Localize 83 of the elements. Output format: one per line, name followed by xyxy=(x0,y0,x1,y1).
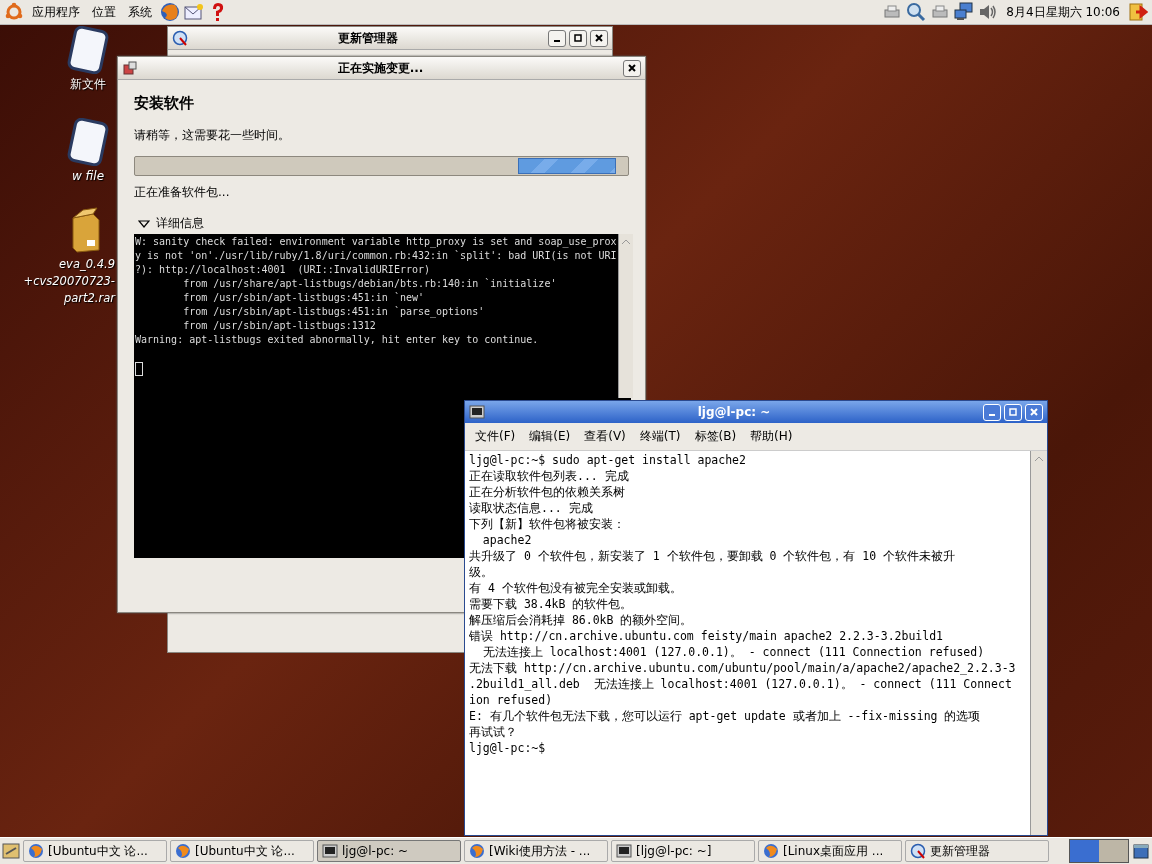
close-icon xyxy=(1029,407,1039,417)
minimize-button[interactable] xyxy=(548,29,566,47)
terminal-line: ljg@l-pc:~$ xyxy=(469,740,547,756)
logo-icon[interactable] xyxy=(4,2,24,22)
taskbar-button[interactable]: [Linux桌面应用 ... xyxy=(758,840,902,862)
icon-label[interactable]: w file xyxy=(71,168,105,185)
dialog-message: 请稍等，这需要花一些时间。 xyxy=(134,127,290,144)
trash-icon[interactable] xyxy=(1132,842,1150,860)
menu-item[interactable]: 查看(V) xyxy=(580,426,630,447)
terminal-line: ion refused) xyxy=(469,692,554,708)
menu-item[interactable]: 编辑(E) xyxy=(525,426,575,447)
clock[interactable]: 8月4日星期六 10:06 xyxy=(1002,3,1124,21)
terminal-line: 无法连接上 localhost:4001 (127.0.0.1)。 - connect (111 Connection refused) xyxy=(481,644,986,660)
arrow-up-icon xyxy=(1033,454,1045,464)
taskbar-button[interactable]: [Ubuntu中文 论... xyxy=(23,840,167,862)
terminal-line: 级。 xyxy=(469,564,494,580)
terminal-line: 有 4 个软件包没有被完全安装或卸载。 xyxy=(469,580,683,596)
terminal-icon xyxy=(469,404,485,420)
terminal-line: y is not 'on'./usr/lib/ruby/1.8/uri/common.rb:432:in `split': bad URI(is not URI xyxy=(135,249,617,263)
terminal-line: 再试试？ xyxy=(469,724,518,740)
show-desktop-icon[interactable] xyxy=(2,842,20,860)
terminal-line: 下列【新】软件包将被安装： xyxy=(469,516,626,532)
terminal-line: 正在分析软件包的依赖关系树 xyxy=(469,484,626,500)
workspace-switcher[interactable] xyxy=(1069,839,1129,863)
terminal-line: from /usr/share/apt-listbugs/debian/bts.rb:140:in `initialize' xyxy=(182,277,558,291)
terminal-icon xyxy=(322,843,338,859)
menu-item[interactable]: 终端(T) xyxy=(635,426,685,447)
menu-item[interactable]: 文件(F) xyxy=(471,426,520,447)
close-icon xyxy=(627,63,637,73)
text-cursor xyxy=(135,362,143,376)
terminal-line: from /usr/sbin/apt-listbugs:451:in `new' xyxy=(182,291,425,305)
minimize-icon xyxy=(554,40,560,42)
search-icon[interactable] xyxy=(906,2,927,22)
network-icon[interactable] xyxy=(954,2,975,22)
terminal-line: apache2 xyxy=(481,532,533,548)
menu-item[interactable]: 标签(B) xyxy=(690,426,741,447)
taskbar-button[interactable]: 更新管理器 xyxy=(905,840,1049,862)
taskbar-button[interactable]: [Wiki使用方法 - ... xyxy=(464,840,608,862)
window-title: 正在实施变更... xyxy=(336,59,425,77)
maximize-icon xyxy=(1008,407,1018,417)
close-button[interactable] xyxy=(623,59,641,77)
terminal-line: W: sanity check failed: environment variable http_proxy is set and soap_use_prox xyxy=(135,235,617,249)
package-icon xyxy=(122,60,138,76)
status-text: 正在准备软件包... xyxy=(134,184,230,201)
envelope-icon[interactable] xyxy=(184,2,204,22)
panel-menu[interactable]: 系统 xyxy=(124,3,156,21)
terminal-line: ?): http://localhost:4001 (URI::InvalidURIError) xyxy=(135,263,431,277)
terminal-line: 正在读取软件包列表... 完成 xyxy=(469,468,630,484)
window-title: ljg@l-pc: ~ xyxy=(696,405,772,419)
terminal-line: ljg@l-pc:~$ sudo apt-get install apache2 xyxy=(469,452,747,468)
dialog-heading: 安装软件 xyxy=(134,94,194,113)
terminal-line: 解压缩后会消耗掉 86.0kB 的额外空间。 xyxy=(469,612,694,628)
terminal-line: from /usr/sbin/apt-listbugs:1312 xyxy=(182,319,377,333)
window-title: 更新管理器 xyxy=(337,29,399,47)
terminal-icon xyxy=(616,843,632,859)
taskbar-button[interactable]: [Ubuntu中文 论... xyxy=(170,840,314,862)
icon-label[interactable]: eva_0.4.9 +cvs20070723- part2.rar xyxy=(23,256,115,307)
terminal-line: 无法下载 http://cn.archive.ubuntu.com/ubuntu/pool/main/a/apache2/apache2_2.2.3-3 xyxy=(469,660,1017,676)
scrollbar[interactable] xyxy=(1030,451,1047,835)
maximize-icon xyxy=(573,33,583,43)
terminal-line: 错误 http://cn.archive.ubuntu.com feisty/main apache2 2.2.3-3.2build1 xyxy=(469,628,945,644)
details-expander[interactable]: 详细信息 xyxy=(138,215,204,232)
arrow-up-icon xyxy=(619,237,632,247)
logout-icon[interactable] xyxy=(1128,2,1148,22)
close-button[interactable] xyxy=(590,29,608,47)
terminal-line: .2build1_all.deb 无法连接上 localhost:4001 (127.0.0.1)。 - connect (111 Connect xyxy=(469,676,1013,692)
scrollbar[interactable] xyxy=(617,234,633,398)
terminal-line: 读取状态信息... 完成 xyxy=(469,500,594,516)
terminal-line: 需要下载 38.4kB 的软件包。 xyxy=(469,596,634,612)
taskbar-button[interactable]: [ljg@l-pc: ~] xyxy=(611,840,755,862)
maximize-button[interactable] xyxy=(569,29,587,47)
terminal-line: E: 有几个软件包无法下载，您可以运行 apt-get update 或者加上 --fix-missing 的选项 xyxy=(469,708,982,724)
panel-menu[interactable]: 位置 xyxy=(88,3,120,21)
terminal-line: from /usr/sbin/apt-listbugs:451:in `parse_options' xyxy=(182,305,486,319)
icon-label[interactable]: 新文件 xyxy=(70,76,106,93)
volume-icon[interactable] xyxy=(978,2,999,22)
terminal-line: 共升级了 0 个软件包，新安装了 1 个软件包，要卸载 0 个软件包，有 10 个软件未被升 xyxy=(469,548,956,564)
minimize-icon xyxy=(989,414,995,416)
menu-item[interactable]: 帮助(H) xyxy=(746,426,797,447)
terminal-line: Warning: apt-listbugs exited abnormally, hit enter key to continue. xyxy=(135,333,540,347)
close-icon xyxy=(594,33,604,43)
taskbar-button[interactable]: ljg@l-pc: ~ xyxy=(317,840,461,862)
panel-menu[interactable]: 应用程序 xyxy=(28,3,84,21)
